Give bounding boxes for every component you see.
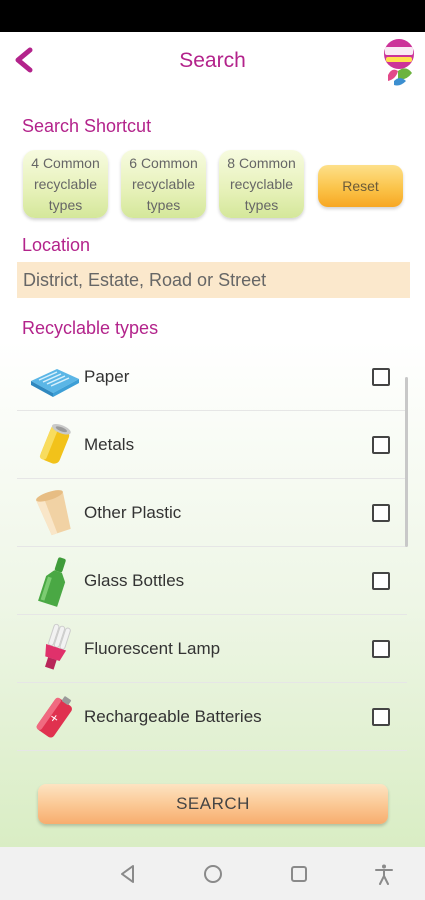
search-screen: Search Search Shortcut 4 Common recyclab… (0, 32, 425, 847)
fluorescent-lamp-checkbox[interactable] (372, 639, 390, 658)
type-label: Paper (84, 366, 130, 386)
home-circle-icon[interactable] (202, 863, 224, 885)
metals-checkbox[interactable] (372, 435, 390, 454)
list-item-glass-bottles[interactable]: Glass Bottles (17, 547, 407, 615)
accessibility-icon[interactable] (373, 863, 395, 885)
back-triangle-icon[interactable] (117, 863, 139, 885)
metal-can-icon (27, 419, 83, 471)
list-item-metals[interactable]: Metals (17, 411, 407, 479)
location-input[interactable] (17, 262, 410, 298)
list-item-paper[interactable]: Paper (17, 343, 407, 411)
search-button[interactable]: SEARCH (38, 784, 388, 824)
shortcut-8-types-button[interactable]: 8 Common recyclable types (219, 150, 304, 218)
type-label: Rechargeable Batteries (84, 706, 262, 726)
type-label: Glass Bottles (84, 570, 185, 590)
fluorescent-lamp-icon (27, 623, 83, 675)
shortcut-4-types-button[interactable]: 4 Common recyclable types (23, 150, 108, 218)
type-label: Other Plastic (84, 502, 182, 522)
status-bar (0, 0, 425, 32)
list-item-rechargeable-batteries[interactable]: + Rechargeable Batteries (17, 683, 407, 751)
rechargeable-batteries-checkbox[interactable] (372, 707, 390, 726)
list-item-other-plastic[interactable]: Other Plastic (17, 479, 407, 547)
plastic-cup-icon (27, 487, 83, 539)
recyclable-types-list: Paper Metals Other Plastic Glass Bottles… (17, 343, 407, 751)
page-title: Search (179, 49, 246, 72)
type-label: Metals (84, 434, 135, 454)
header: Search (0, 32, 425, 94)
paper-checkbox[interactable] (372, 367, 390, 386)
paper-icon (27, 351, 83, 403)
list-scrollbar[interactable] (405, 377, 408, 547)
battery-icon: + (27, 691, 83, 743)
list-item-fluorescent-lamp[interactable]: Fluorescent Lamp (17, 615, 407, 683)
search-shortcut-label: Search Shortcut (22, 116, 152, 136)
shortcut-6-types-button[interactable]: 6 Common recyclable types (121, 150, 206, 218)
system-nav-bar (0, 847, 425, 900)
reset-button[interactable]: Reset (318, 165, 403, 207)
location-label: Location (22, 235, 91, 255)
recyclable-types-label: Recyclable types (22, 318, 159, 338)
type-label: Fluorescent Lamp (84, 638, 221, 658)
glass-bottles-checkbox[interactable] (372, 571, 390, 590)
other-plastic-checkbox[interactable] (372, 503, 390, 522)
waste-less-logo (376, 37, 422, 87)
glass-bottle-icon (27, 555, 83, 607)
recents-square-icon[interactable] (288, 863, 310, 885)
